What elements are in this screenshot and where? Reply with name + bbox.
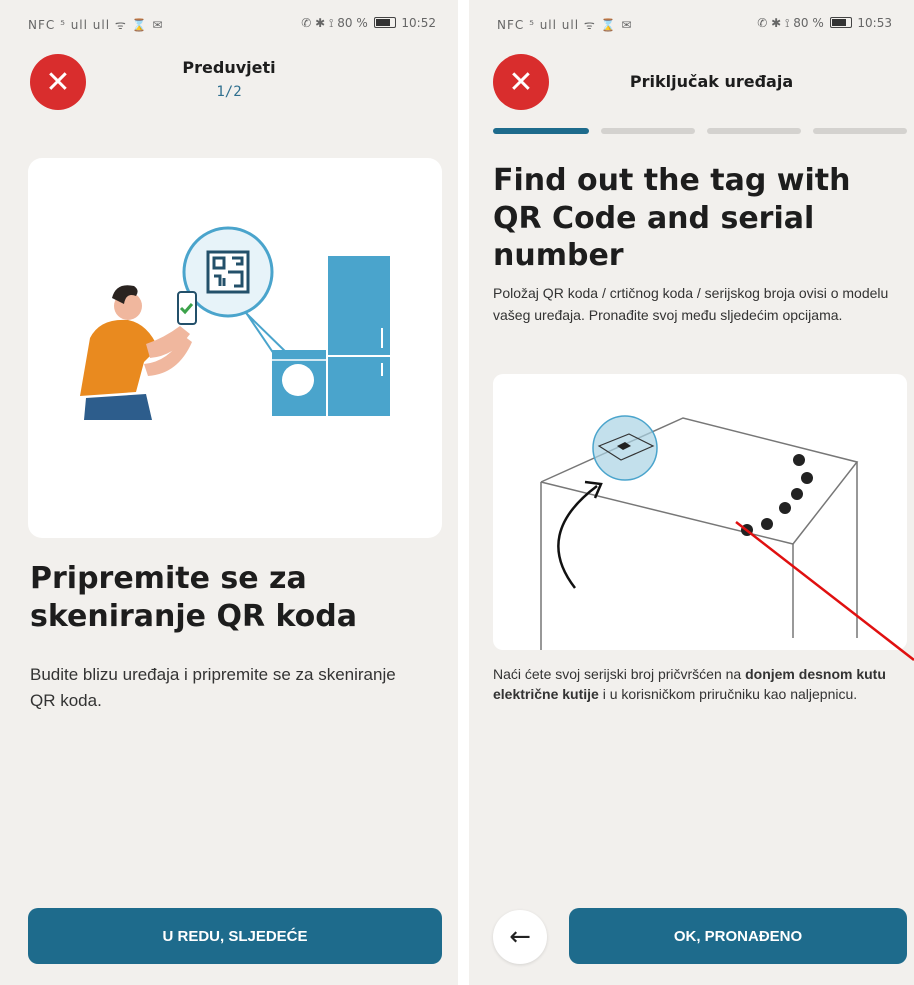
status-bar: NFC ⁵ ull ull ᯤ ⌛ ✉ ✆ ✱ ⟟ 80 % 10:53 <box>469 0 914 50</box>
status-right: ✆ ✱ ⟟ 80 % 10:53 <box>757 16 892 31</box>
main-heading: Pripremite se za skeniranje QR koda <box>30 561 357 634</box>
status-icons: NFC ⁵ ull ull ᯤ ⌛ ✉ <box>497 18 633 32</box>
battery-icon <box>829 17 852 28</box>
appliance-tag-diagram <box>540 415 859 650</box>
ok-next-button[interactable]: U REDU, SLJEDEĆE <box>28 908 442 964</box>
page-title: Priključak uređaja <box>629 72 794 91</box>
ok-found-button[interactable]: OK, PRONAĐENO <box>569 908 907 964</box>
status-time: 10:52 <box>401 16 436 30</box>
illustration-card <box>28 158 442 538</box>
progress-step-4 <box>813 128 907 134</box>
progress-step-3 <box>707 128 801 134</box>
page-title: Preduvjeti <box>182 58 276 77</box>
progress-step-1 <box>493 128 589 134</box>
description-text: Budite blizu uređaja i pripremite se za … <box>30 665 396 711</box>
description-text: Položaj QR koda / crtičnog koda / serijs… <box>493 285 889 324</box>
arrow-left-icon: ← <box>509 922 531 952</box>
serial-location-note: Naći ćete svoj serijski broj pričvršćen … <box>493 666 886 703</box>
status-time: 10:53 <box>857 16 892 30</box>
screen-device-connection: NFC ⁵ ull ull ᯤ ⌛ ✉ ✆ ✱ ⟟ 80 % 10:53 ✕ P… <box>469 0 914 985</box>
status-right: ✆ ✱ ⟟ 80 % 10:52 <box>301 16 436 31</box>
status-system-icons: ✆ ✱ ⟟ 80 % <box>757 16 824 30</box>
tag-location-illustration <box>493 374 907 650</box>
battery-icon <box>373 17 396 28</box>
main-heading: Find out the tag with QR Code and serial… <box>493 163 851 273</box>
screen-prerequisites: NFC ⁵ ull ull ᯤ ⌛ ✉ ✆ ✱ ⟟ 80 % 10:52 ✕ P… <box>0 0 458 985</box>
status-bar: NFC ⁵ ull ull ᯤ ⌛ ✉ ✆ ✱ ⟟ 80 % 10:52 <box>0 0 458 50</box>
status-system-icons: ✆ ✱ ⟟ 80 % <box>301 16 368 30</box>
status-icons: NFC ⁵ ull ull ᯤ ⌛ ✉ <box>28 18 164 32</box>
person-scanning-appliance-illustration <box>80 226 390 420</box>
back-button[interactable]: ← <box>493 910 547 964</box>
progress-step-2 <box>601 128 695 134</box>
step-indicator: 1/2 <box>216 84 242 100</box>
